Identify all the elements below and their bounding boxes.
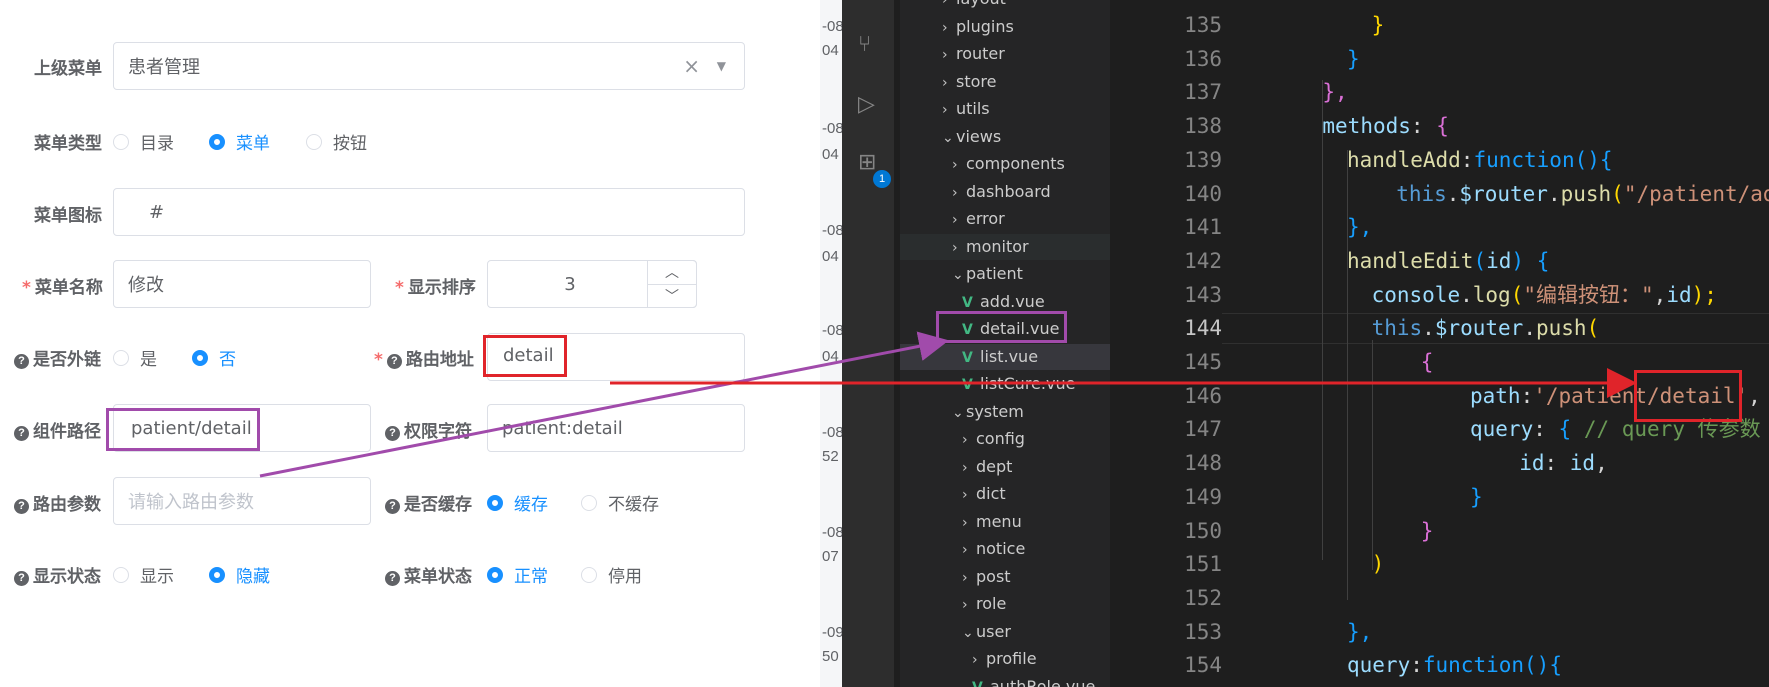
arrow-component-to-file <box>259 331 949 478</box>
annotation-arrows <box>259 331 1637 478</box>
